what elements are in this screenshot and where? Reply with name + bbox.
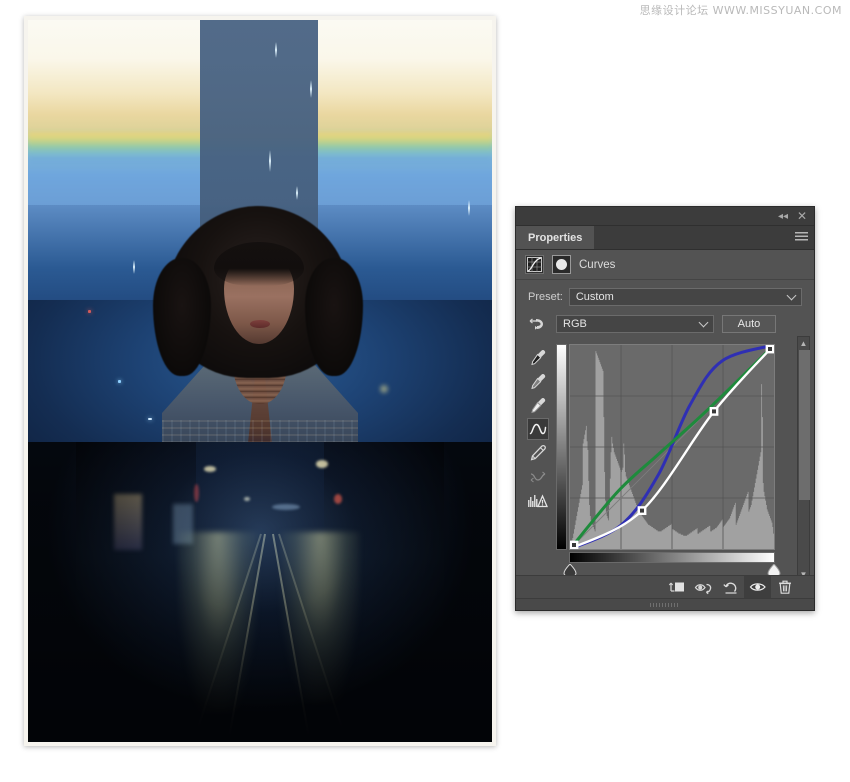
- view-previous-state-button[interactable]: [690, 576, 717, 599]
- rain-streak: [133, 260, 135, 274]
- rain-streak: [269, 150, 271, 172]
- city-light: [148, 418, 152, 420]
- channel-dropdown[interactable]: RGB: [556, 315, 714, 333]
- channel-row: RGB Auto: [516, 313, 814, 335]
- night-street: [28, 442, 492, 742]
- street-vignette: [28, 442, 492, 742]
- panel-body: Preset: Custom RGB Auto ▲ ▼: [516, 280, 814, 581]
- artwork-image: [28, 20, 492, 742]
- preset-row: Preset: Custom: [516, 288, 814, 306]
- rain-streak: [310, 80, 312, 98]
- delete-adjustment-layer-button[interactable]: [771, 576, 798, 599]
- rain-streak: [275, 42, 277, 58]
- on-image-adjustment-tool[interactable]: [526, 313, 548, 335]
- panel-resize-grip[interactable]: [516, 598, 814, 610]
- chevron-down-icon: [786, 290, 797, 301]
- watermark-text: 思缘设计论坛 WWW.MISSYUAN.COM: [639, 4, 842, 17]
- curves-grid[interactable]: [569, 344, 775, 550]
- smooth-curve-tool[interactable]: [527, 466, 549, 488]
- curves-plot[interactable]: [570, 345, 774, 549]
- close-icon[interactable]: ✕: [795, 210, 809, 223]
- figure-lips: [250, 320, 270, 328]
- panel-tabstrip: Properties: [516, 226, 814, 250]
- layer-mask-thumbnail[interactable]: [552, 255, 571, 274]
- properties-panel[interactable]: ◂◂ ✕ Properties Curves Preset: Custom RG…: [515, 206, 815, 611]
- curve-editor: [516, 342, 814, 577]
- draw-curve-pencil-tool[interactable]: [527, 442, 549, 464]
- scroll-up-arrow[interactable]: ▲: [798, 337, 809, 349]
- panel-menu-icon[interactable]: [795, 232, 808, 243]
- auto-button[interactable]: Auto: [722, 315, 776, 333]
- screenshot-root: 思缘设计论坛 WWW.MISSYUAN.COM ◂◂ ✕ Properties …: [0, 0, 850, 782]
- edit-points-curve-tool[interactable]: [527, 418, 549, 440]
- clip-to-layer-button[interactable]: [663, 576, 690, 599]
- curves-display-options[interactable]: [527, 490, 549, 512]
- channel-value: RGB: [563, 318, 587, 330]
- preset-label: Preset:: [528, 291, 563, 303]
- city-light: [118, 380, 121, 383]
- output-gradient-bar: [556, 344, 567, 550]
- chevron-down-icon: [698, 317, 709, 328]
- artwork-canvas[interactable]: [24, 16, 496, 746]
- scrollbar-thumb[interactable]: [799, 350, 810, 500]
- preset-dropdown[interactable]: Custom: [568, 288, 802, 306]
- mask-shape: [556, 259, 567, 270]
- sample-black-point-eyedropper[interactable]: [527, 346, 549, 368]
- panel-titlebar[interactable]: ◂◂ ✕: [516, 207, 814, 226]
- sample-gray-point-eyedropper[interactable]: [527, 370, 549, 392]
- city-light: [380, 385, 388, 393]
- adjustment-header: Curves: [516, 250, 814, 280]
- collapse-icon[interactable]: ◂◂: [776, 210, 790, 223]
- rain-streak: [468, 200, 470, 216]
- panel-scrollbar[interactable]: ▲ ▼: [797, 336, 810, 581]
- panel-footer: [516, 575, 814, 599]
- input-gradient-bar: [569, 552, 775, 563]
- tab-properties[interactable]: Properties: [516, 226, 595, 249]
- toggle-layer-visibility-button[interactable]: [744, 575, 771, 599]
- rain-streak: [296, 186, 298, 200]
- curves-adjustment-icon[interactable]: [525, 255, 544, 274]
- figure-bangs: [214, 242, 304, 286]
- sample-white-point-eyedropper[interactable]: [527, 394, 549, 416]
- grip-dots: [650, 603, 680, 607]
- curve-tool-column: [526, 344, 550, 512]
- preset-value: Custom: [575, 291, 614, 303]
- adjustment-title: Curves: [579, 258, 616, 271]
- reset-adjustment-button[interactable]: [717, 576, 744, 599]
- city-light: [88, 310, 91, 313]
